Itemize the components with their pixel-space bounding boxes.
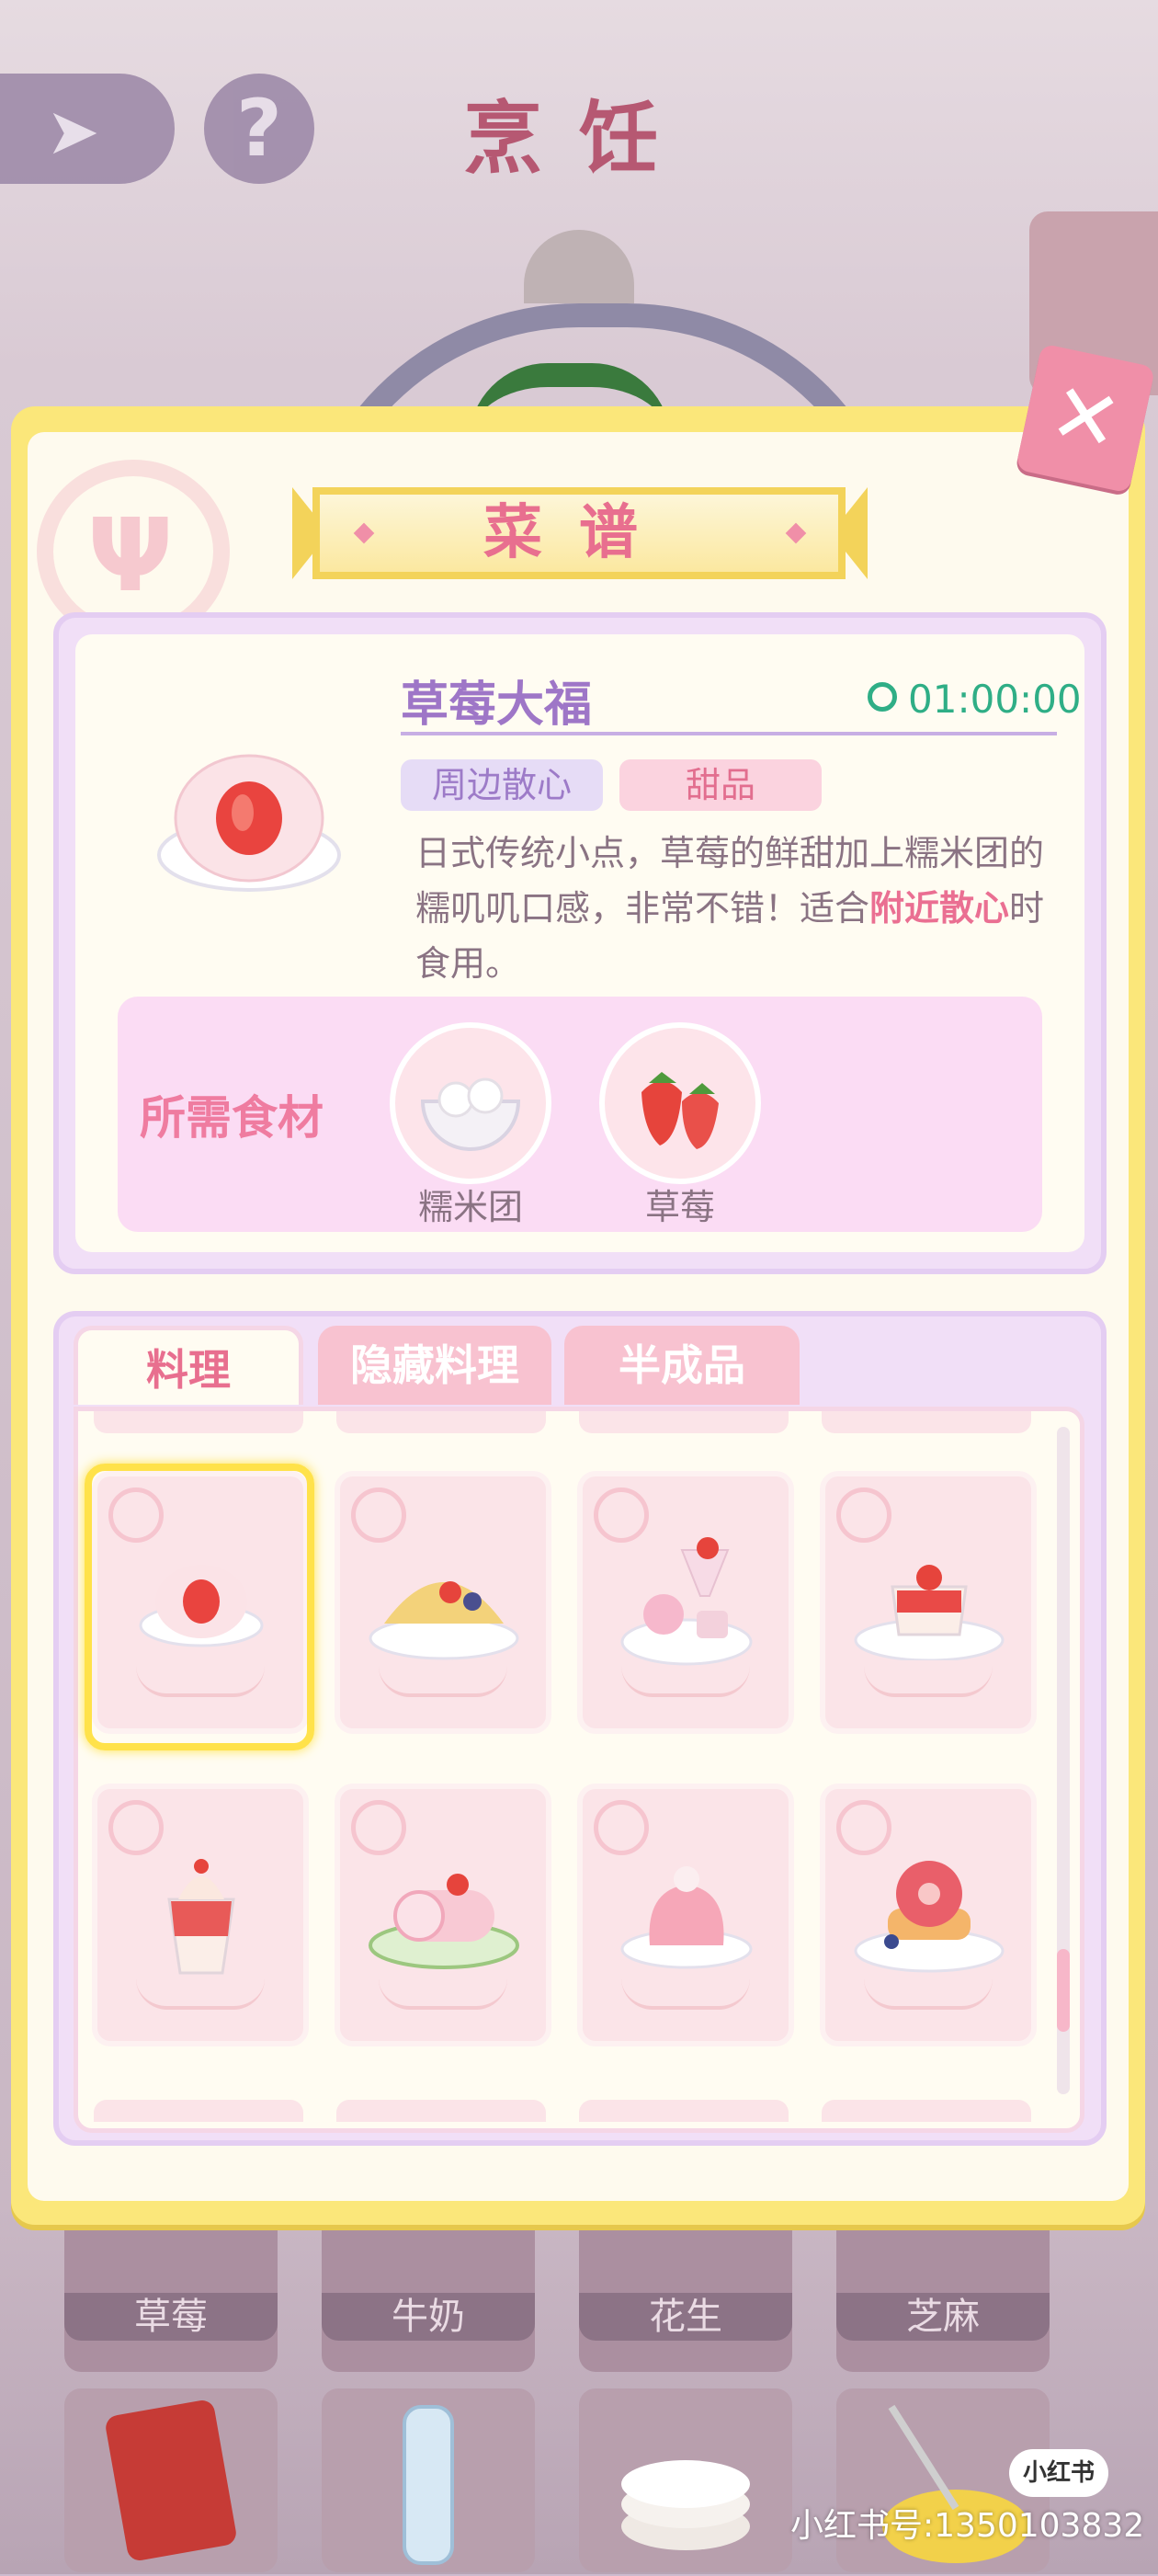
ingredient-rice-ball[interactable]	[390, 1022, 551, 1184]
strawberry-sundae-icon	[167, 1859, 235, 1975]
ingredient-slot-water[interactable]	[322, 2388, 535, 2572]
wheat-ornament-icon	[136, 1978, 265, 2010]
card-peek	[336, 2100, 546, 2122]
card-peek	[822, 1411, 1031, 1433]
wheat-ornament-icon	[864, 1666, 993, 1697]
wheat-ornament-icon	[379, 1666, 507, 1697]
card-peek	[94, 1411, 303, 1433]
description-highlight: 附近散心	[869, 888, 1010, 929]
dish-description: 日式传统小点，草莓的鲜甜加上糯米团的糯叽叽口感，非常不错！适合附近散心时食用。	[415, 826, 1059, 991]
fork-spoon-icon	[836, 1487, 891, 1543]
rice-paper-stack-icon	[621, 2460, 750, 2550]
fork-spoon-icon	[351, 1800, 406, 1855]
recipe-card[interactable]	[92, 1784, 309, 2046]
wheat-ornament-icon	[864, 1978, 993, 2010]
wheat-ornament-icon	[621, 1666, 750, 1697]
recipe-card[interactable]	[577, 1784, 794, 2046]
recipe-card[interactable]	[335, 1784, 551, 2046]
ingredient-label: 花生	[579, 2293, 792, 2341]
card-peek	[822, 2100, 1031, 2122]
fork-spoon-icon: Ψ	[87, 496, 174, 614]
water-bottle-icon	[403, 2405, 454, 2565]
xiaohongshu-logo: 小红书	[1009, 2449, 1108, 2497]
tab-semi-finished[interactable]: 半成品	[564, 1326, 800, 1405]
card-peek	[94, 2100, 303, 2122]
rice-ball-bowl-icon	[420, 1077, 521, 1151]
fruit-taco-icon	[369, 1581, 519, 1660]
ingredient-slot-brown-sugar[interactable]	[64, 2388, 278, 2572]
recipe-card[interactable]	[577, 1471, 794, 1734]
recipe-card[interactable]	[820, 1784, 1037, 2046]
card-peek	[336, 1411, 546, 1433]
cook-time: 01:00:00	[908, 677, 1082, 722]
card-peek	[579, 1411, 789, 1433]
ingredient-label: 糯米团	[417, 1187, 523, 1227]
ingredient-label: 草莓	[644, 1187, 715, 1227]
watermark-text: 小红书号:1350103832	[790, 2507, 1145, 2545]
strawberry-icon	[641, 1072, 719, 1149]
strawberry-daifuku-icon	[157, 754, 341, 892]
tag-category: 甜品	[619, 759, 822, 811]
ingredient-slot-rice-paper[interactable]	[579, 2388, 792, 2572]
help-button[interactable]: ?	[204, 74, 314, 184]
ingredient-label: 牛奶	[322, 2293, 535, 2341]
page-title: 烹饪	[463, 93, 695, 185]
recipe-card[interactable]	[335, 1471, 551, 1734]
scrollbar-thumb[interactable]	[1057, 1949, 1070, 2032]
wheat-ornament-icon	[621, 1978, 750, 2010]
divider	[401, 732, 1057, 735]
recipe-card[interactable]	[820, 1471, 1037, 1734]
ingredient-label: 芝麻	[836, 2293, 1050, 2341]
required-ingredients-title: 所需食材	[140, 1091, 324, 1145]
berry-pancake-icon	[854, 1861, 1005, 1973]
tab-dishes[interactable]: 料理	[74, 1326, 303, 1405]
dish-name: 草莓大福	[401, 678, 593, 733]
ingredient-label: 草莓	[64, 2293, 278, 2341]
brown-sugar-bag-icon	[106, 2400, 236, 2560]
swiss-roll-icon	[369, 1874, 519, 1969]
back-arrow-icon: ➤	[46, 94, 100, 169]
strawberry-jelly-icon	[620, 1866, 753, 1969]
tab-hidden-dishes[interactable]: 隐藏料理	[318, 1326, 551, 1405]
ingredient-strawberry[interactable]	[599, 1022, 761, 1184]
dessert-platter-icon	[620, 1537, 753, 1666]
fork-spoon-icon	[351, 1487, 406, 1543]
dialog-title: 菜谱	[483, 499, 675, 567]
strawberry-pudding-icon	[854, 1565, 1005, 1660]
card-peek	[579, 2100, 789, 2122]
wheat-ornament-icon	[379, 1978, 507, 2010]
selected-card-highlight	[85, 1464, 314, 1750]
tag-scene: 周边散心	[401, 759, 603, 811]
